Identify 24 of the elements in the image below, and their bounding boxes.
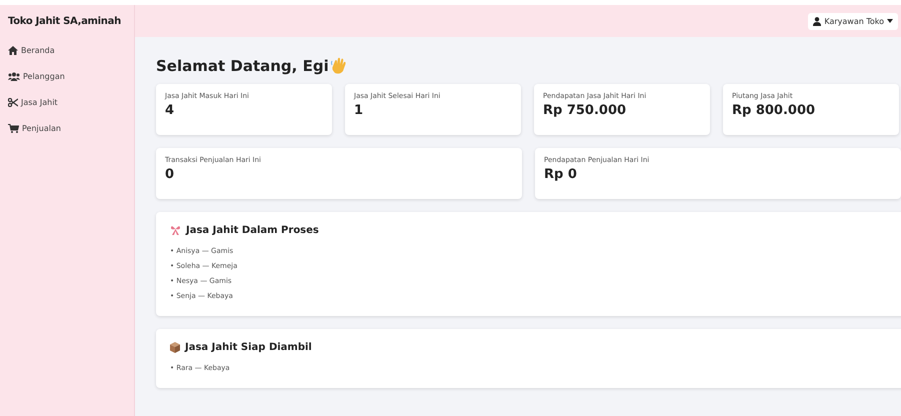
home-icon [8, 46, 18, 54]
sidebar-item[interactable]: Jasa Jahit [8, 89, 126, 115]
sidebar-item[interactable]: Penjualan [8, 115, 126, 141]
stat-value: Rp 750.000 [543, 103, 628, 118]
caret-icon [887, 19, 893, 23]
scissors-icon [8, 98, 18, 106]
greeting-heading: Selamat Datang, Egi [156, 57, 329, 75]
sidebar-item[interactable]: Beranda [8, 37, 126, 63]
stat-value: 0 [165, 167, 176, 182]
stat-value: Rp 800.000 [732, 103, 816, 118]
cart-icon [8, 124, 19, 132]
panel-title: Jasa Jahit Dalam Proses [186, 225, 319, 236]
box-icon [170, 342, 180, 353]
user-icon [813, 16, 822, 26]
stat-value: 1 [354, 103, 364, 118]
waving-hand-icon [330, 57, 347, 75]
stat-value: 4 [165, 103, 176, 118]
brand-title: Toko Jahit SA,aminah [8, 14, 122, 28]
ribbon-icon [170, 225, 181, 236]
sidebar-item[interactable]: Pelanggan [8, 63, 126, 89]
stat-value: Rp 0 [544, 167, 578, 182]
panel-title: Jasa Jahit Siap Diambil [185, 342, 312, 353]
user-menu-button[interactable]: Karyawan Toko [808, 12, 898, 30]
users-icon [8, 72, 20, 80]
